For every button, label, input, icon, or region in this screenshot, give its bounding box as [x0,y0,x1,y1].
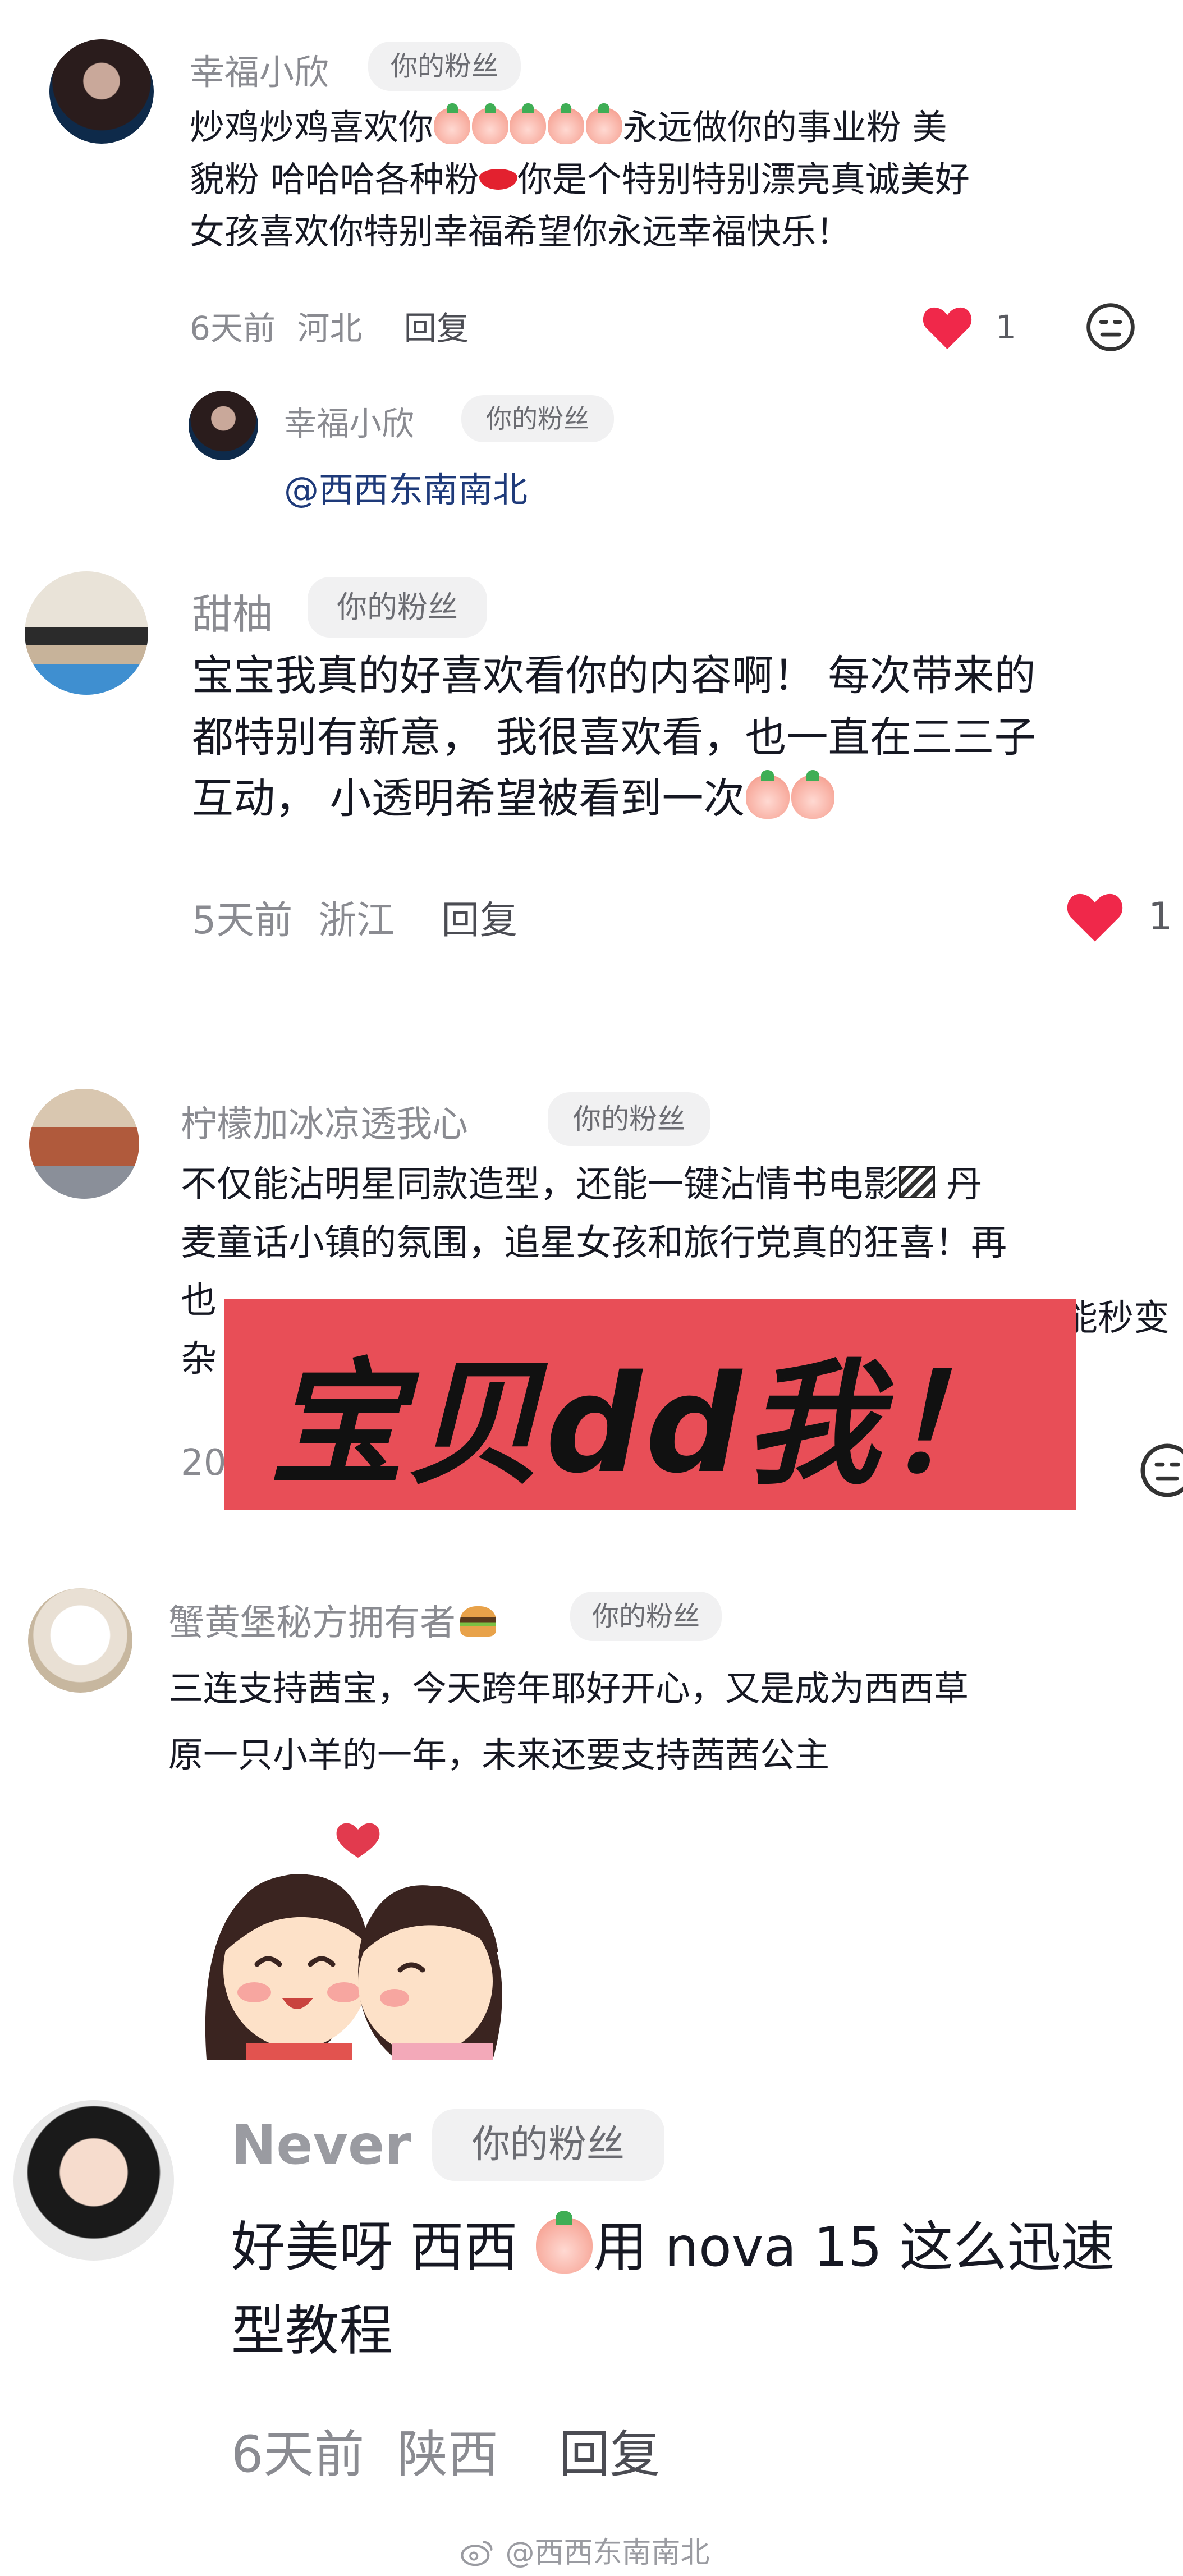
username[interactable]: 蟹黄堡秘方拥有者 [168,1594,496,1645]
avatar[interactable] [29,1089,139,1199]
comment-text: 三连支持茜宝，今天跨年耶好开心，又是成为西西草 原一只小羊的一年，未来还要支持茜… [168,1656,1179,1788]
comment-line: 都特别有新意， 我很喜欢看，也一直在三三子 [192,713,1036,762]
reply-button[interactable]: 回复 [404,309,469,347]
banner-text: 宝贝dd我！ [269,1346,1021,1503]
overlay-banner: 宝贝dd我！ [224,1299,1076,1510]
comment-line: 互动， 小透明希望被看到一次 [192,774,745,823]
watermark-text: @西西东南南北 [505,2536,710,2570]
avatar[interactable] [49,39,154,144]
comment-time: 5天前 [192,899,293,943]
comment-location: 河北 [297,309,363,347]
comment-line: 麦童话小镇的氛围，追星女孩和旅行党真的狂喜！再 [181,1222,1007,1264]
comment-text: 好美呀 西西 用 nova 15 这么迅速 型教程 [231,2206,1183,2373]
kiss-sticker-image[interactable] [178,1813,526,2060]
comment-text: 炒鸡炒鸡喜欢你 永远做你的事业粉 美 貌粉 哈哈哈各种粉 你是个特别特别漂亮真诚美好… [190,101,1144,258]
comment-location: 浙江 [318,899,395,943]
like-count: 1 [996,308,1016,346]
emoji-icon [510,103,547,145]
emoji-icon [471,103,508,145]
fan-badge: 你的粉丝 [308,577,487,638]
comment-line: 用 nova 15 这么迅速 [593,2216,1115,2279]
comment-line-fragment: 能秒变 [1062,1298,1170,1339]
heart-icon [923,307,972,350]
comment-line: 也 [181,1280,217,1322]
reply-username[interactable]: 幸福小欣 [284,397,414,444]
comment-text-part: 貌粉 哈哈哈各种粉 [190,159,479,200]
comment-line: 型教程 [231,2299,393,2362]
fan-badge: 你的粉丝 [548,1092,710,1146]
avatar[interactable] [25,571,148,695]
reply-button[interactable]: 回复 [559,2425,660,2484]
burger-icon [460,1606,496,1637]
username[interactable]: 幸福小欣 [190,44,329,94]
comment-meta: 5天前 浙江 回复 [192,889,518,945]
fan-badge: 你的粉丝 [570,1592,722,1641]
comment-line: 原一只小羊的一年，未来还要支持茜茜公主 [168,1734,830,1775]
comment-meta: 6天前 陕西 回复 [231,2413,660,2486]
comment-time: 6天前 [231,2425,365,2484]
like-count: 1 [1148,894,1173,939]
mention-link[interactable]: @西西东南南北 [284,461,528,512]
emoji-icon [746,770,790,819]
clapper-icon [899,1166,935,1199]
username[interactable]: 柠檬加冰凉透我心 [181,1096,468,1147]
comment-text: 宝宝我真的好喜欢看你的内容啊！ 每次带来的 都特别有新意， 我很喜欢看，也一直在… [192,645,1183,830]
comment-line: 杂 [181,1339,217,1381]
comment-line: 好美呀 西西 [231,2216,535,2279]
username[interactable]: Never [231,2114,411,2176]
fan-badge: 你的粉丝 [368,42,521,91]
dislike-face-icon[interactable] [1085,302,1136,352]
comment-text-part: 炒鸡炒鸡喜欢你 [190,107,434,148]
emoji-icon [535,2210,593,2274]
avatar[interactable] [28,1588,132,1693]
heart-icon [1067,893,1123,942]
reply-avatar[interactable] [189,391,258,460]
comment-time: 20 [181,1442,227,1484]
comment-line: 丹 [935,1164,983,1206]
emoji-icon [791,770,835,819]
reply-button[interactable]: 回复 [442,899,518,943]
like-button[interactable]: 1 [1064,889,1172,944]
watermark: @西西东南南北 [460,2529,710,2571]
avatar[interactable] [13,2100,174,2261]
comment-text-part: 女孩喜欢你特别幸福希望你永远幸福快乐！ [190,211,851,252]
comment-line: 不仅能沾明星同款造型，还能一键沾情书电影 [181,1164,899,1206]
comment-line: 三连支持茜宝，今天跨年耶好开心，又是成为西西草 [168,1668,969,1709]
comment-text-part: 永远做你的事业粉 美 [622,107,947,148]
lips-icon [479,168,517,190]
comment-location: 陕西 [397,2425,498,2484]
weibo-icon [461,2541,493,2566]
emoji-icon [585,103,622,145]
comment-line: 宝宝我真的好喜欢看你的内容啊！ 每次带来的 [192,652,1036,700]
emoji-icon [547,103,585,145]
dislike-face-icon[interactable] [1139,1442,1183,1498]
comment-text-part: 你是个特别特别漂亮真诚美好 [517,159,970,200]
username-text: 蟹黄堡秘方拥有者 [168,1602,456,1644]
emoji-icon [434,103,471,145]
fan-badge: 你的粉丝 [461,395,614,442]
fan-badge: 你的粉丝 [432,2109,664,2181]
comment-meta: 6天前 河北 回复 [190,302,469,349]
like-button[interactable]: 1 [920,303,1016,351]
comment-time: 6天前 [190,309,276,347]
username[interactable]: 甜柚 [192,581,273,640]
